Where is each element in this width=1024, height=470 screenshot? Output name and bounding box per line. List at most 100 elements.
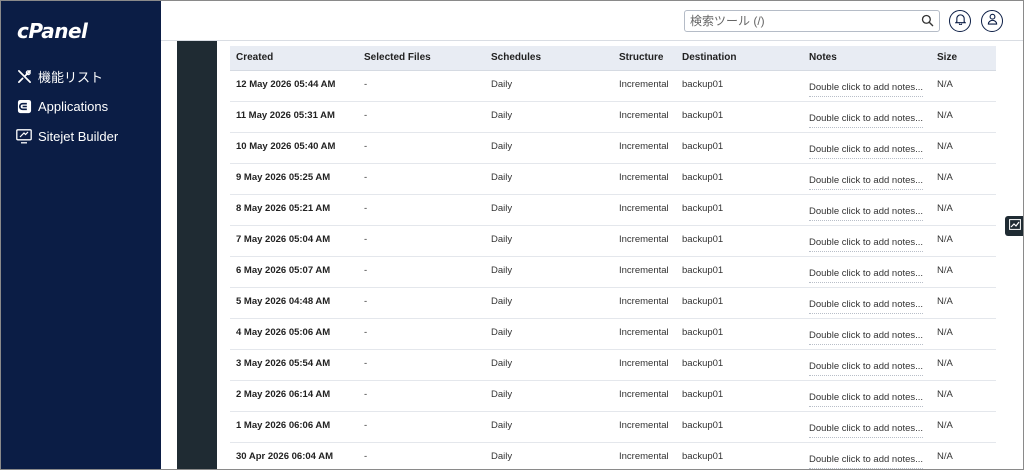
column-header-notes[interactable]: Notes [803,46,931,71]
cell-created: 6 May 2026 05:07 AM [230,256,358,288]
cell-size: N/A [931,225,996,257]
cell-structure: Incremental [613,349,676,381]
cell-size: N/A [931,101,996,133]
cell-schedules: Daily [485,194,613,226]
cell-structure: Incremental [613,225,676,257]
column-header-selected-files[interactable]: Selected Files [358,46,485,71]
search-input[interactable] [685,11,910,31]
cell-schedules: Daily [485,411,613,443]
cell-structure: Incremental [613,132,676,164]
table-row[interactable]: 5 May 2026 04:48 AM - Daily Incremental back… [230,287,996,319]
table-row[interactable]: 2 May 2026 06:14 AM - Daily Incremental back… [230,380,996,412]
app-window: cPanel 機能リスト Applications Sitejet Builde… [0,0,1024,470]
cell-created: 4 May 2026 05:06 AM [230,318,358,350]
cell-selected-files: - [358,318,485,350]
column-header-destination[interactable]: Destination [676,46,803,71]
table-row[interactable]: 1 May 2026 06:06 AM - Daily Incremental back… [230,411,996,443]
notes-editable[interactable]: Double click to add notes... [809,268,924,283]
cell-selected-files: - [358,442,485,469]
cell-schedules: Daily [485,256,613,288]
sidebar-item-label: 機能リスト [38,69,104,85]
applications-icon [16,98,32,114]
cell-notes: Double click to add notes... [803,442,931,469]
table-row[interactable]: 10 May 2026 05:40 AM - Daily Incremental bac… [230,132,996,164]
cpanel-logo[interactable]: cPanel [17,19,88,43]
notes-editable[interactable]: Double click to add notes... [809,423,924,438]
cell-created: 12 May 2026 05:44 AM [230,70,358,102]
cell-destination: backup01 [676,101,803,133]
table-row[interactable]: 9 May 2026 05:25 AM - Daily Incremental back… [230,163,996,195]
cell-size: N/A [931,256,996,288]
sidebar-item-sitejet[interactable]: Sitejet Builder [1,121,161,151]
cell-selected-files: - [358,163,485,195]
cell-destination: backup01 [676,349,803,381]
table-row[interactable]: 7 May 2026 05:04 AM - Daily Incremental back… [230,225,996,257]
column-header-size[interactable]: Size [931,46,996,71]
cell-notes: Double click to add notes... [803,318,931,350]
cell-selected-files: - [358,101,485,133]
search-icon[interactable] [921,14,934,32]
notes-editable[interactable]: Double click to add notes... [809,330,924,345]
notes-editable[interactable]: Double click to add notes... [809,144,924,159]
notes-editable[interactable]: Double click to add notes... [809,237,924,252]
notes-editable[interactable]: Double click to add notes... [809,206,924,221]
table-row[interactable]: 11 May 2026 05:31 AM - Daily Incremental bac… [230,101,996,133]
cell-created: 3 May 2026 05:54 AM [230,349,358,381]
cell-structure: Incremental [613,442,676,469]
search-box [684,10,940,32]
cell-structure: Incremental [613,70,676,102]
cell-structure: Incremental [613,380,676,412]
cell-schedules: Daily [485,287,613,319]
left-panel-strip [177,41,217,469]
cell-destination: backup01 [676,256,803,288]
table-row[interactable]: 6 May 2026 05:07 AM - Daily Incremental back… [230,256,996,288]
notes-editable[interactable]: Double click to add notes... [809,392,924,407]
cell-created: 2 May 2026 06:14 AM [230,380,358,412]
cell-size: N/A [931,349,996,381]
cell-schedules: Daily [485,132,613,164]
statistics-toggle-button[interactable] [1005,216,1023,236]
sidebar-item-applications[interactable]: Applications [1,91,161,121]
notifications-button[interactable] [949,10,971,32]
cell-created: 10 May 2026 05:40 AM [230,132,358,164]
cell-created: 7 May 2026 05:04 AM [230,225,358,257]
column-header-schedules[interactable]: Schedules [485,46,613,71]
table-row[interactable]: 30 Apr 2026 06:04 AM - Daily Incremental bac… [230,442,996,469]
cell-destination: backup01 [676,411,803,443]
notes-editable[interactable]: Double click to add notes... [809,299,924,314]
cell-schedules: Daily [485,163,613,195]
table-row[interactable]: 12 May 2026 05:44 AM - Daily Incremental bac… [230,70,996,102]
cell-notes: Double click to add notes... [803,225,931,257]
cell-created: 5 May 2026 04:48 AM [230,287,358,319]
cell-notes: Double click to add notes... [803,70,931,102]
table-row[interactable]: 8 May 2026 05:21 AM - Daily Incremental back… [230,194,996,226]
cell-selected-files: - [358,349,485,381]
chart-icon [1009,217,1021,235]
cell-size: N/A [931,380,996,412]
cell-created: 9 May 2026 05:25 AM [230,163,358,195]
user-menu-button[interactable] [981,10,1003,32]
cell-destination: backup01 [676,163,803,195]
cell-notes: Double click to add notes... [803,411,931,443]
cell-schedules: Daily [485,101,613,133]
cell-size: N/A [931,442,996,469]
notes-editable[interactable]: Double click to add notes... [809,82,924,97]
table-row[interactable]: 3 May 2026 05:54 AM - Daily Incremental back… [230,349,996,381]
sidebar-item-label: Sitejet Builder [38,128,119,144]
cell-schedules: Daily [485,225,613,257]
cell-size: N/A [931,132,996,164]
sidebar-item-tools[interactable]: 機能リスト [1,61,161,91]
cell-selected-files: - [358,132,485,164]
cell-schedules: Daily [485,380,613,412]
notes-editable[interactable]: Double click to add notes... [809,113,924,128]
cell-destination: backup01 [676,318,803,350]
column-header-structure[interactable]: Structure [613,46,676,71]
cell-selected-files: - [358,194,485,226]
table-row[interactable]: 4 May 2026 05:06 AM - Daily Incremental back… [230,318,996,350]
notes-editable[interactable]: Double click to add notes... [809,454,924,469]
notes-editable[interactable]: Double click to add notes... [809,361,924,376]
cell-notes: Double click to add notes... [803,163,931,195]
column-header-created[interactable]: Created [230,46,358,71]
notes-editable[interactable]: Double click to add notes... [809,175,924,190]
cell-destination: backup01 [676,442,803,469]
